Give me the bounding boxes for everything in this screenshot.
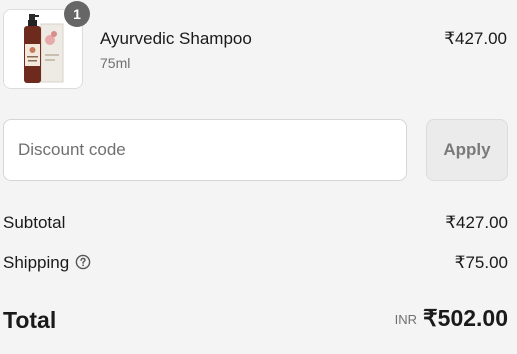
shipping-label-group: Shipping <box>3 253 91 273</box>
product-name: Ayurvedic Shampoo <box>100 29 252 48</box>
shipping-value: ₹75.00 <box>454 253 508 272</box>
product-thumbnail-wrapper: 1 <box>3 1 90 89</box>
currency-code: INR <box>394 312 418 327</box>
shipping-row: Shipping ₹75.00 <box>3 253 508 277</box>
product-price: ₹427.00 <box>444 29 507 48</box>
question-circle-icon[interactable] <box>75 254 91 270</box>
product-variant: 75ml <box>100 55 131 71</box>
total-amount: ₹502.00 <box>423 305 508 331</box>
discount-code-input[interactable] <box>3 119 407 181</box>
subtotal-value: ₹427.00 <box>445 213 508 232</box>
subtotal-label: Subtotal <box>3 213 66 232</box>
total-row: Total INR ₹502.00 <box>3 305 508 337</box>
shipping-label: Shipping <box>3 253 70 272</box>
total-label: Total <box>3 307 57 333</box>
apply-discount-button[interactable]: Apply <box>426 119 508 181</box>
quantity-badge: 1 <box>64 1 90 27</box>
total-amount-group: INR ₹502.00 <box>395 305 508 332</box>
order-line-item: 1 Ayurvedic Shampoo 75ml ₹427.00 <box>3 1 507 89</box>
subtotal-row: Subtotal ₹427.00 <box>3 213 508 237</box>
